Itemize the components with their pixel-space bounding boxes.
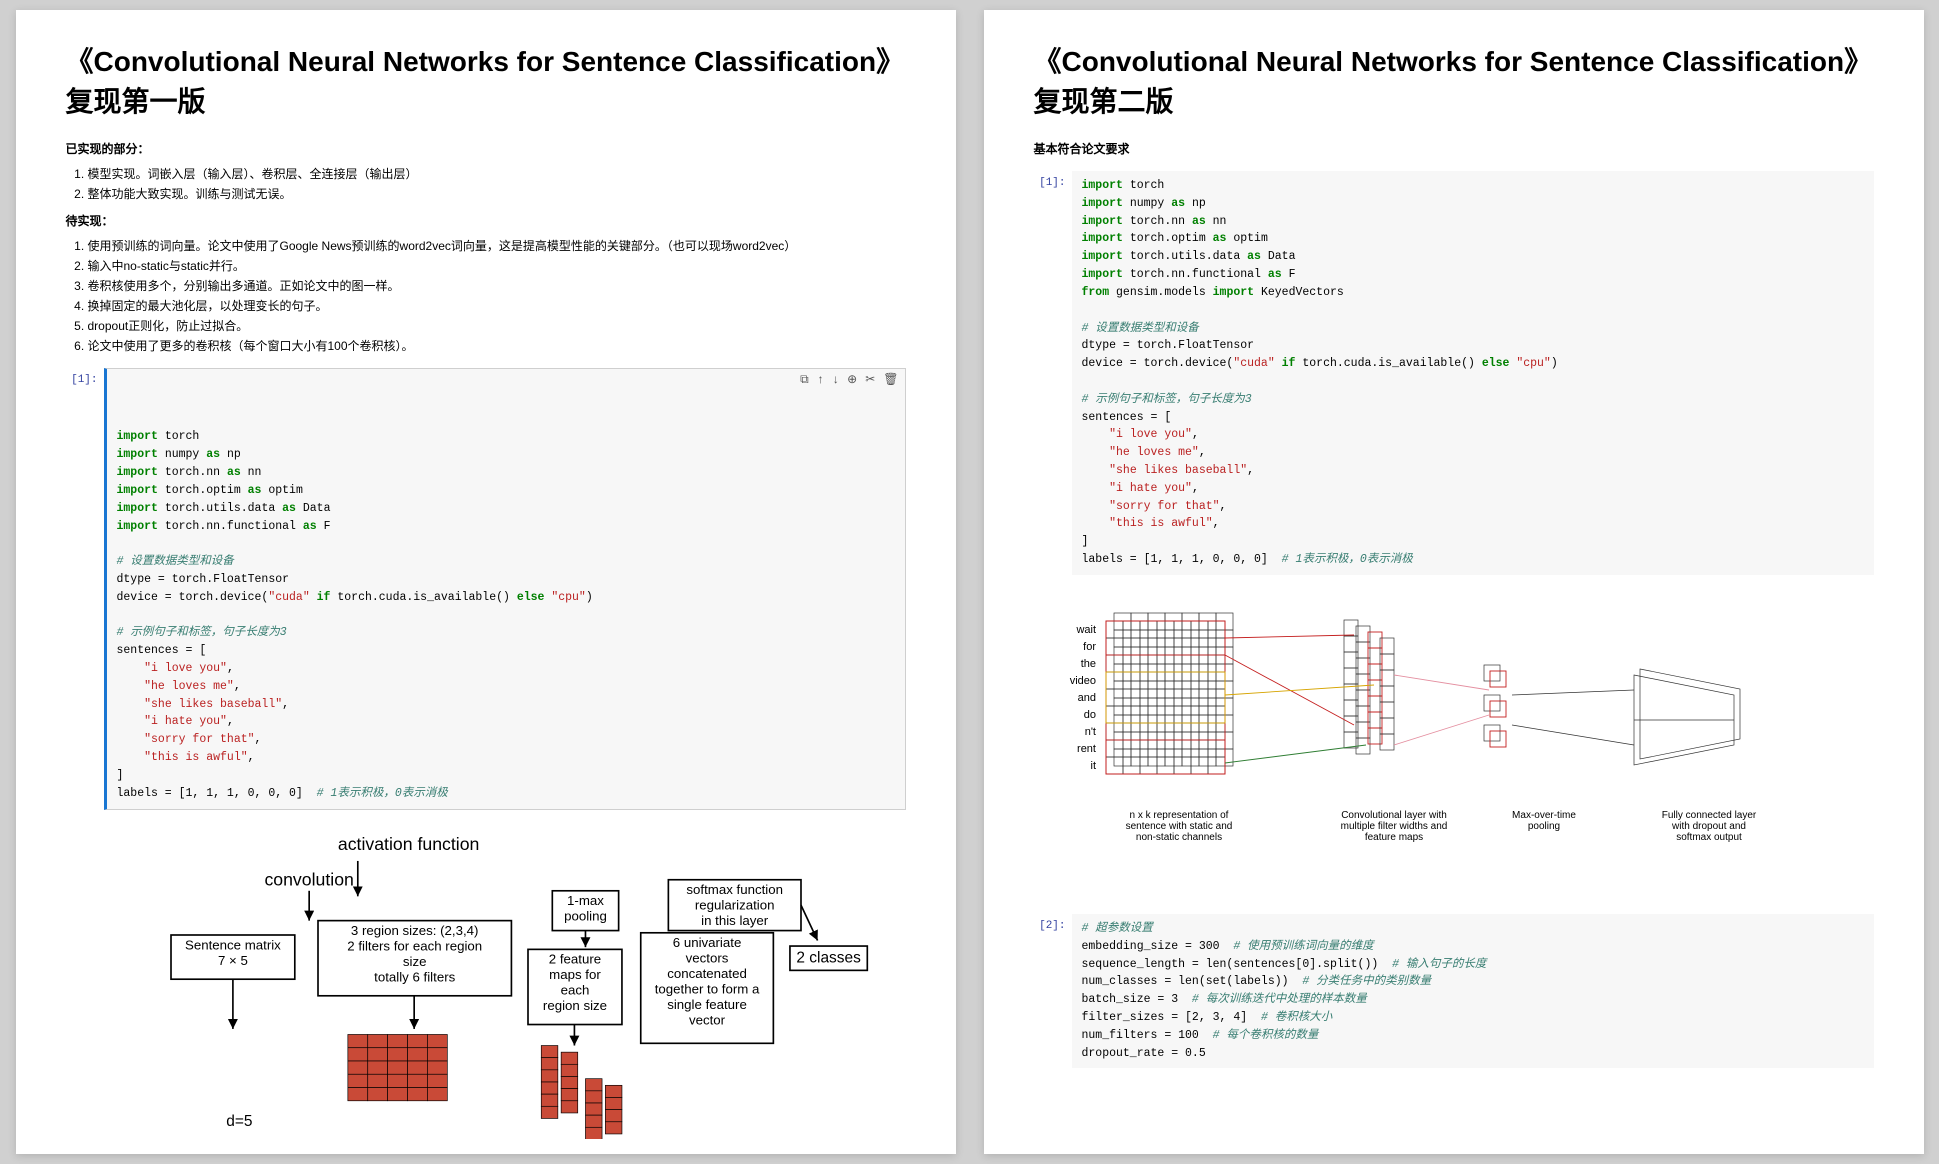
cut-icon[interactable]: ✂ [865,371,875,390]
box-classes: 2 classes [796,949,861,966]
code-editor[interactable]: # 超参数设置embedding_size = 300 # 使用预训练词向量的维… [1072,914,1874,1069]
box-univariate: 6 univariatevectorsconcatenatedtogether … [640,934,773,1027]
label-convolution: convolution [264,869,353,889]
caption-pool: Max-over-timepooling [1484,810,1604,832]
box-sentence-matrix: Sentence matrix7 × 5 [171,937,295,968]
svg-text:wait: wait [1075,624,1096,636]
copy-icon[interactable]: ⧉ [800,371,809,390]
list-item: dropout正则化，防止过拟合。 [88,317,906,334]
label-d5: d=5 [226,1113,252,1130]
section-todo-header: 待实现： [66,212,906,229]
box-feature-maps: 2 featuremaps foreachregion size [527,951,621,1013]
svg-text:do: do [1083,709,1095,721]
cell-prompt: [1]: [66,368,104,386]
add-cell-icon[interactable]: ⊕ [847,371,857,390]
code-editor[interactable]: import torchimport numpy as npimport tor… [1072,171,1874,575]
code-cell-r2[interactable]: [2]: # 超参数设置embedding_size = 300 # 使用预训练… [1034,914,1874,1069]
box-softmax: softmax functionregularizationin this la… [668,881,801,927]
svg-text:the: the [1080,658,1095,670]
box-pooling: 1-maxpooling [552,892,618,923]
svg-text:and: and [1077,692,1095,704]
cnn-architecture-diagram-right: wait for the video and do n't rent it [1034,595,1874,900]
label-activation: activation function [337,833,478,853]
cell-prompt: [1]: [1034,171,1072,189]
list-item: 卷积核使用多个，分别输出多通道。正如论文中的图一样。 [88,277,906,294]
svg-text:for: for [1083,641,1096,653]
svg-text:n't: n't [1084,726,1095,738]
notebook-left: 《Convolutional Neural Networks for Sente… [16,10,956,1154]
list-item: 模型实现。词嵌入层（输入层）、卷积层、全连接层（输出层） [88,165,906,182]
title-left: 《Convolutional Neural Networks for Sente… [66,40,906,120]
cell-prompt: [2]: [1034,914,1072,932]
list-item: 输入中no-static与static并行。 [88,257,906,274]
delete-icon[interactable]: 🗑 [883,371,898,390]
sentence-words: wait for the video and do n't rent it [1069,624,1096,772]
code-editor[interactable]: ⧉ ↑ ↓ ⊕ ✂ 🗑 import torchimport numpy as … [104,368,906,810]
svg-text:it: it [1090,760,1096,772]
list-item: 使用预训练的词向量。论文中使用了Google News预训练的word2vec词… [88,237,906,254]
cnn-architecture-diagram-left: activation function convolution Sentence… [66,830,906,1144]
code-cell-r1[interactable]: [1]: import torchimport numpy as npimpor… [1034,171,1874,575]
move-up-icon[interactable]: ↑ [817,371,824,390]
caption-input: n x k representation ofsentence with sta… [1104,810,1254,843]
subtitle-right: 基本符合论文要求 [1034,140,1874,157]
code-cell-1[interactable]: [1]: ⧉ ↑ ↓ ⊕ ✂ 🗑 import torchimport nump… [66,368,906,810]
caption-conv: Convolutional layer withmultiple filter … [1314,810,1474,843]
box-filters: 3 region sizes: (2,3,4)2 filters for eac… [318,922,511,984]
list-item: 论文中使用了更多的卷积核（每个窗口大小有100个卷积核）。 [88,337,906,354]
move-down-icon[interactable]: ↓ [832,371,839,390]
svg-text:rent: rent [1077,743,1096,755]
svg-text:video: video [1069,675,1095,687]
title-right: 《Convolutional Neural Networks for Sente… [1034,40,1874,120]
list-item: 换掉固定的最大池化层，以处理变长的句子。 [88,297,906,314]
todo-list: 使用预训练的词向量。论文中使用了Google News预训练的word2vec词… [88,237,906,354]
caption-fc: Fully connected layerwith dropout andsof… [1634,810,1784,843]
section-implemented-header: 已实现的部分： [66,140,906,157]
list-item: 整体功能大致实现。训练与测试无误。 [88,185,906,202]
cell-toolbar: ⧉ ↑ ↓ ⊕ ✂ 🗑 [800,371,898,390]
implemented-list: 模型实现。词嵌入层（输入层）、卷积层、全连接层（输出层） 整体功能大致实现。训练… [88,165,906,202]
notebook-right: 《Convolutional Neural Networks for Sente… [984,10,1924,1154]
